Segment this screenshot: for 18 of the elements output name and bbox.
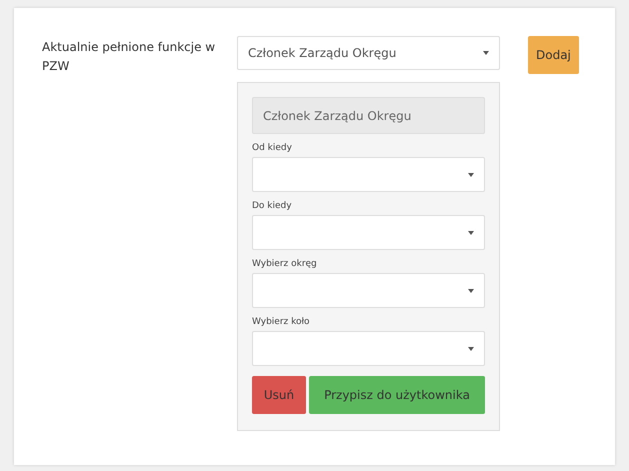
remove-button[interactable]: Usuń xyxy=(252,376,306,414)
caret-icon xyxy=(468,346,474,350)
field-label: Do kiedy xyxy=(252,201,293,211)
function-select[interactable]: Członek Zarządu Okręgu xyxy=(237,36,500,70)
dropdown-field[interactable] xyxy=(252,331,485,366)
dropdown-field[interactable] xyxy=(252,273,485,308)
dropdown-field[interactable] xyxy=(252,157,485,192)
caret-icon xyxy=(468,172,474,176)
field-label: Wybierz okręg xyxy=(252,259,318,269)
caret-icon xyxy=(483,51,489,55)
caret-icon xyxy=(468,230,474,234)
field-label: Od kiedy xyxy=(252,143,293,153)
dropdown-field[interactable] xyxy=(252,215,485,250)
caret-icon xyxy=(468,288,474,292)
field-label: Wybierz koło xyxy=(252,317,311,327)
add-button[interactable]: Dodaj xyxy=(528,36,579,74)
form-label: Aktualnie pełnione funkcje w PZW xyxy=(42,39,216,75)
assign-button[interactable]: Przypisz do użytkownika xyxy=(309,376,485,414)
